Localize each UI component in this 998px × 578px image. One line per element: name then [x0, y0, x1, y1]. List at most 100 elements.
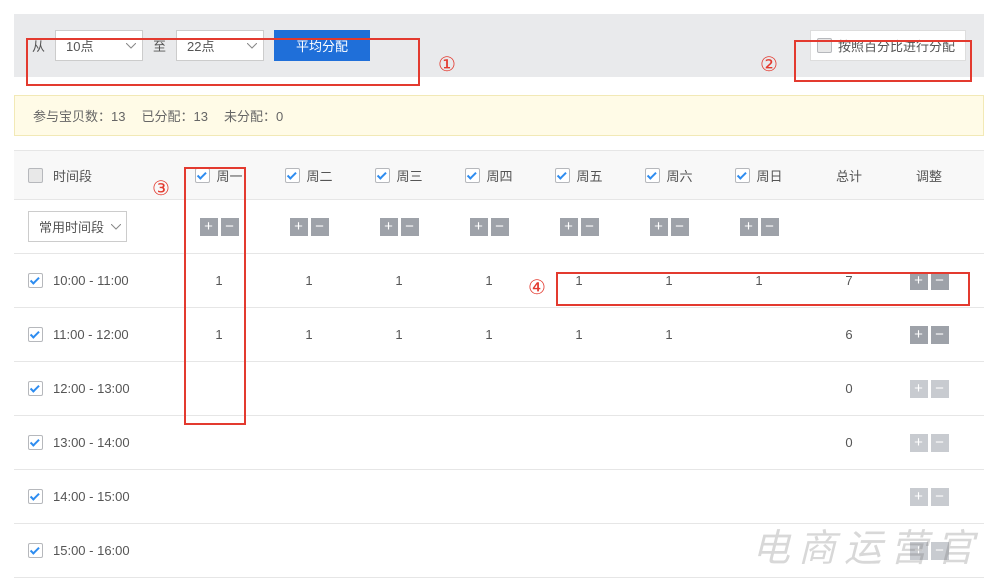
plus-button[interactable]: +: [910, 380, 928, 398]
cell-value[interactable]: [624, 470, 714, 523]
cell-value[interactable]: [174, 470, 264, 523]
plus-button[interactable]: +: [560, 218, 578, 236]
row-checkbox[interactable]: [28, 273, 43, 288]
row-checkbox[interactable]: [28, 489, 43, 504]
plus-button[interactable]: +: [910, 272, 928, 290]
cell-value[interactable]: 1: [534, 254, 624, 307]
cell-total: [804, 470, 894, 523]
cell-value[interactable]: [354, 416, 444, 469]
cell-value[interactable]: [174, 362, 264, 415]
plus-button[interactable]: +: [290, 218, 308, 236]
common-period-select[interactable]: 常用时间段: [28, 211, 127, 242]
plus-button[interactable]: +: [200, 218, 218, 236]
cell-value[interactable]: [354, 362, 444, 415]
plus-button[interactable]: +: [910, 488, 928, 506]
minus-button[interactable]: −: [761, 218, 779, 236]
row-checkbox[interactable]: [28, 435, 43, 450]
cell-value[interactable]: [714, 308, 804, 361]
day-checkbox[interactable]: [555, 168, 570, 183]
plus-button[interactable]: +: [740, 218, 758, 236]
cell-value[interactable]: 1: [354, 254, 444, 307]
plus-button[interactable]: +: [910, 434, 928, 452]
cell-value[interactable]: 1: [534, 308, 624, 361]
chevron-down-icon: [247, 43, 257, 49]
cell-value[interactable]: [714, 524, 804, 577]
cell-value[interactable]: [444, 362, 534, 415]
cell-value[interactable]: [264, 362, 354, 415]
row-checkbox[interactable]: [28, 327, 43, 342]
cell-value[interactable]: [444, 470, 534, 523]
cell-value[interactable]: 1: [174, 308, 264, 361]
cell-value[interactable]: [714, 416, 804, 469]
cell-value[interactable]: [534, 362, 624, 415]
cell-value[interactable]: [264, 524, 354, 577]
cell-value[interactable]: [534, 470, 624, 523]
cell-adjust: +−: [894, 470, 964, 523]
select-all-checkbox[interactable]: [28, 168, 43, 183]
minus-button[interactable]: −: [671, 218, 689, 236]
cell-value[interactable]: [534, 524, 624, 577]
cell-value[interactable]: [264, 470, 354, 523]
day-checkbox[interactable]: [735, 168, 750, 183]
to-time-select[interactable]: 22点: [176, 30, 264, 61]
cell-value[interactable]: 1: [264, 308, 354, 361]
col-day-3[interactable]: 周三: [354, 151, 444, 199]
col-day-2[interactable]: 周二: [264, 151, 354, 199]
day-checkbox[interactable]: [465, 168, 480, 183]
minus-button[interactable]: −: [931, 272, 949, 290]
cell-value[interactable]: [354, 524, 444, 577]
cell-value[interactable]: 1: [174, 254, 264, 307]
minus-button[interactable]: −: [931, 434, 949, 452]
row-checkbox[interactable]: [28, 381, 43, 396]
cell-value[interactable]: 1: [264, 254, 354, 307]
plus-button[interactable]: +: [650, 218, 668, 236]
minus-button[interactable]: −: [931, 326, 949, 344]
plus-button[interactable]: +: [910, 326, 928, 344]
plus-button[interactable]: +: [380, 218, 398, 236]
minus-button[interactable]: −: [581, 218, 599, 236]
cell-value[interactable]: 1: [444, 254, 534, 307]
cell-value[interactable]: [444, 416, 534, 469]
distribute-even-button[interactable]: 平均分配: [274, 30, 370, 61]
cell-value[interactable]: [174, 416, 264, 469]
cell-value[interactable]: [534, 416, 624, 469]
minus-button[interactable]: −: [491, 218, 509, 236]
cell-value[interactable]: 1: [624, 254, 714, 307]
cell-value[interactable]: 1: [444, 308, 534, 361]
col-day-5[interactable]: 周五: [534, 151, 624, 199]
cell-value[interactable]: [354, 470, 444, 523]
plus-button[interactable]: +: [910, 542, 928, 560]
plus-minus: +−: [560, 218, 599, 236]
day-checkbox[interactable]: [285, 168, 300, 183]
plus-button[interactable]: +: [470, 218, 488, 236]
cell-value[interactable]: [624, 362, 714, 415]
cell-value[interactable]: 1: [624, 308, 714, 361]
cell-value[interactable]: [624, 416, 714, 469]
percent-checkbox-wrap[interactable]: 按照百分比进行分配: [810, 30, 966, 61]
cell-value[interactable]: [174, 524, 264, 577]
col-day-4[interactable]: 周四: [444, 151, 534, 199]
col-day-1[interactable]: 周一: [174, 151, 264, 199]
percent-checkbox[interactable]: [817, 38, 832, 53]
minus-button[interactable]: −: [931, 488, 949, 506]
cell-value[interactable]: 1: [354, 308, 444, 361]
chevron-down-icon: [111, 224, 121, 230]
cell-value[interactable]: [714, 470, 804, 523]
day-checkbox[interactable]: [375, 168, 390, 183]
minus-button[interactable]: −: [931, 380, 949, 398]
minus-button[interactable]: −: [311, 218, 329, 236]
row-checkbox[interactable]: [28, 543, 43, 558]
day-checkbox[interactable]: [645, 168, 660, 183]
from-time-select[interactable]: 10点: [55, 30, 143, 61]
col-day-6[interactable]: 周六: [624, 151, 714, 199]
cell-value[interactable]: [264, 416, 354, 469]
minus-button[interactable]: −: [401, 218, 419, 236]
day-checkbox[interactable]: [195, 168, 210, 183]
cell-value[interactable]: [444, 524, 534, 577]
minus-button[interactable]: −: [931, 542, 949, 560]
cell-value[interactable]: [624, 524, 714, 577]
col-day-7[interactable]: 周日: [714, 151, 804, 199]
cell-value[interactable]: [714, 362, 804, 415]
cell-value[interactable]: 1: [714, 254, 804, 307]
minus-button[interactable]: −: [221, 218, 239, 236]
